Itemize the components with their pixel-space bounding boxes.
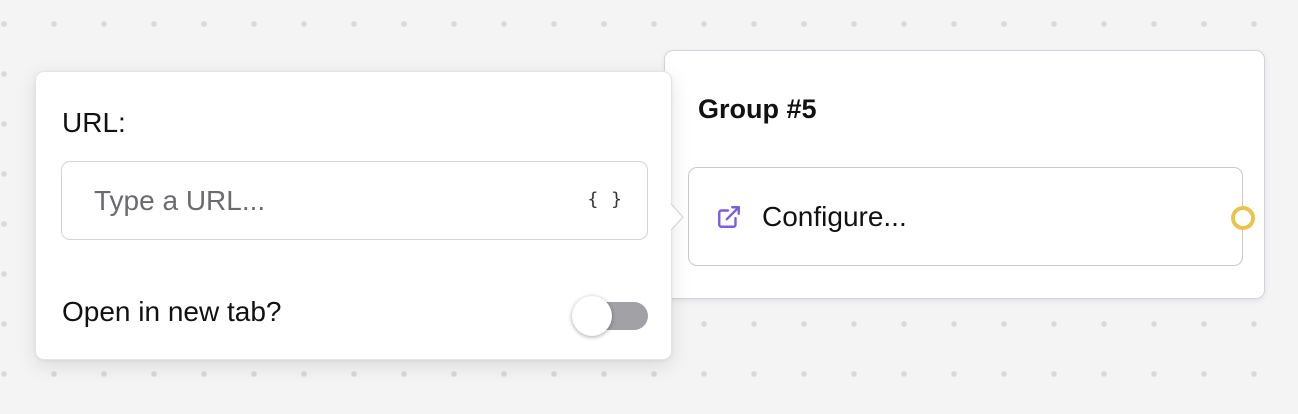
url-input[interactable] — [62, 162, 647, 239]
url-label: URL: — [62, 107, 126, 138]
toggle-knob — [572, 296, 612, 336]
url-field: { } — [61, 161, 648, 240]
block-output-handle[interactable] — [1231, 206, 1255, 230]
variables-button[interactable]: { } — [587, 188, 623, 212]
redirect-settings-popover: URL: { } Open in new tab? — [35, 71, 672, 360]
open-new-tab-toggle[interactable] — [572, 296, 648, 336]
external-link-icon — [718, 206, 740, 228]
open-new-tab-label: Open in new tab? — [62, 296, 282, 327]
redirect-block[interactable]: Configure... — [688, 167, 1243, 266]
group-node[interactable]: Group #5 Configure... — [664, 50, 1265, 299]
group-title[interactable]: Group #5 — [698, 93, 817, 125]
block-label: Configure... — [762, 201, 907, 232]
popover-arrow-icon — [670, 204, 684, 230]
